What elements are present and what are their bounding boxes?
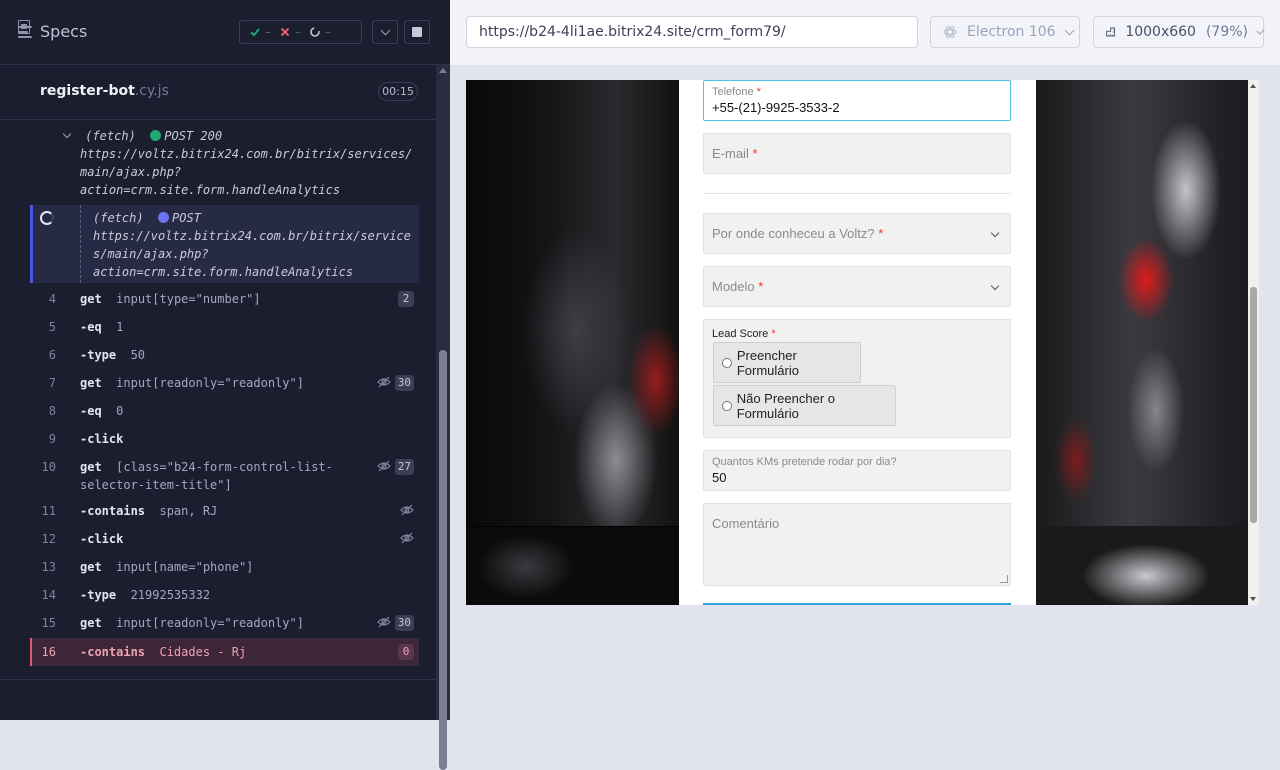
phone-field[interactable]: Telefone * +55-(21)-9925-3533-2 xyxy=(703,80,1011,121)
lead-score-group: Lead Score * Preencher Formulário Não Pr… xyxy=(703,319,1011,438)
comment-textarea[interactable]: Comentário xyxy=(703,503,1011,586)
stop-icon xyxy=(412,27,422,37)
command-row[interactable]: 9 -click xyxy=(30,425,419,453)
chevron-down-icon xyxy=(990,228,1000,238)
status-dot xyxy=(150,130,162,141)
pending-icon xyxy=(310,27,320,37)
scroll-down-icon xyxy=(1250,597,1256,601)
file-icon xyxy=(18,20,30,34)
scroll-up-icon xyxy=(1250,84,1256,88)
chevron-down-icon xyxy=(990,281,1000,291)
chevron-down-icon xyxy=(1064,25,1075,35)
collapse-button[interactable] xyxy=(372,20,398,44)
element-count-badge: 30 xyxy=(394,615,414,631)
electron-icon xyxy=(943,26,957,38)
pending-stat: – xyxy=(309,25,331,39)
reporter-panel: Specs – – – register-bot.cy.js 00:15 (fe… xyxy=(0,0,450,770)
test-stats: – – – xyxy=(239,20,362,44)
loading-spinner-icon xyxy=(40,211,54,225)
failed-stat: – xyxy=(279,25,301,39)
command-log: (fetch) POST 200 https://voltz.bitrix24.… xyxy=(0,121,436,681)
chevron-down-icon xyxy=(380,25,390,35)
lead-option-no-fill[interactable]: Não Preencher o Formulário xyxy=(713,385,896,426)
eye-slash-icon xyxy=(377,616,391,628)
x-icon xyxy=(280,27,290,37)
divider xyxy=(0,679,436,680)
spec-file-name[interactable]: register-bot.cy.js xyxy=(40,83,169,99)
chevron-down-icon xyxy=(62,129,72,139)
command-row[interactable]: 10 get [class="b24-form-control-list-sel… xyxy=(30,453,419,499)
fetch-log-entry-pending[interactable]: (fetch) POST https://voltz.bitrix24.com.… xyxy=(30,205,419,283)
command-row[interactable]: 5 -eq 1 xyxy=(30,313,419,341)
scroll-down-icon xyxy=(439,711,447,716)
reporter-scrollbar[interactable] xyxy=(436,65,450,770)
command-row[interactable]: 14 -type 21992535332 xyxy=(30,581,419,609)
motorcycle-image-left xyxy=(466,80,679,605)
element-count-badge: 2 xyxy=(398,291,414,307)
lead-form: Telefone * +55-(21)-9925-3533-2 E-mail *… xyxy=(679,80,1036,605)
eye-slash-icon xyxy=(377,460,391,472)
radio-icon xyxy=(722,400,732,411)
fetch-log-entry[interactable]: (fetch) POST 200 https://voltz.bitrix24.… xyxy=(30,127,419,199)
aut-header: https://b24-4li1ae.bitrix24.site/crm_for… xyxy=(450,0,1280,65)
command-row[interactable]: 4 get input[type="number"] 2 xyxy=(30,285,419,313)
command-row[interactable]: 15 get input[readonly="readonly"] 30 xyxy=(30,609,419,637)
check-icon xyxy=(250,28,260,37)
email-field[interactable]: E-mail * xyxy=(703,133,1011,174)
submit-button-edge[interactable] xyxy=(703,603,1011,605)
element-count-badge: 30 xyxy=(394,375,414,391)
browser-selector[interactable]: Electron 106 xyxy=(930,16,1080,48)
specs-title: Specs xyxy=(40,22,88,41)
viewport-selector[interactable]: 1000x660 (79%) xyxy=(1093,16,1265,48)
eye-slash-icon xyxy=(377,376,391,388)
resize-handle-icon[interactable] xyxy=(1000,575,1008,583)
eye-slash-icon xyxy=(400,504,414,516)
element-count-badge: 0 xyxy=(398,644,414,660)
passed-stat: – xyxy=(249,25,271,39)
command-row[interactable]: 11 -contains span, RJ xyxy=(30,497,419,525)
scrollbar-thumb[interactable] xyxy=(1250,287,1257,523)
url-bar[interactable]: https://b24-4li1ae.bitrix24.site/crm_for… xyxy=(466,16,918,48)
eye-slash-icon xyxy=(400,532,414,544)
ruler-icon xyxy=(1106,27,1116,37)
scroll-up-icon xyxy=(439,68,447,73)
command-row[interactable]: 8 -eq 0 xyxy=(30,397,419,425)
source-select[interactable]: Por onde conheceu a Voltz? * xyxy=(703,213,1011,254)
duration-badge: 00:15 xyxy=(378,82,418,101)
radio-icon xyxy=(722,357,732,368)
chevron-down-icon xyxy=(1256,25,1265,35)
form-divider xyxy=(703,193,1011,194)
app-under-test-frame: Telefone * +55-(21)-9925-3533-2 E-mail *… xyxy=(466,80,1259,605)
motorcycle-image-right xyxy=(1036,80,1248,605)
status-dot xyxy=(158,212,170,223)
frame-scrollbar[interactable] xyxy=(1248,80,1259,605)
command-row-failed[interactable]: 16 -contains Cidades - Rj 0 xyxy=(30,638,419,666)
reporter-header: Specs – – – xyxy=(0,0,450,65)
km-field[interactable]: Quantos KMs pretende rodar por dia? 50 xyxy=(703,450,1011,491)
command-row[interactable]: 12 -click xyxy=(30,525,419,553)
scrollbar-thumb[interactable] xyxy=(439,350,447,770)
command-row[interactable]: 6 -type 50 xyxy=(30,341,419,369)
element-count-badge: 27 xyxy=(394,459,414,475)
model-select[interactable]: Modelo * xyxy=(703,266,1011,307)
command-row[interactable]: 7 get input[readonly="readonly"] 30 xyxy=(30,369,419,397)
command-row[interactable]: 13 get input[name="phone"] xyxy=(30,553,419,581)
lead-option-fill[interactable]: Preencher Formulário xyxy=(713,342,861,383)
stop-button[interactable] xyxy=(404,20,430,44)
